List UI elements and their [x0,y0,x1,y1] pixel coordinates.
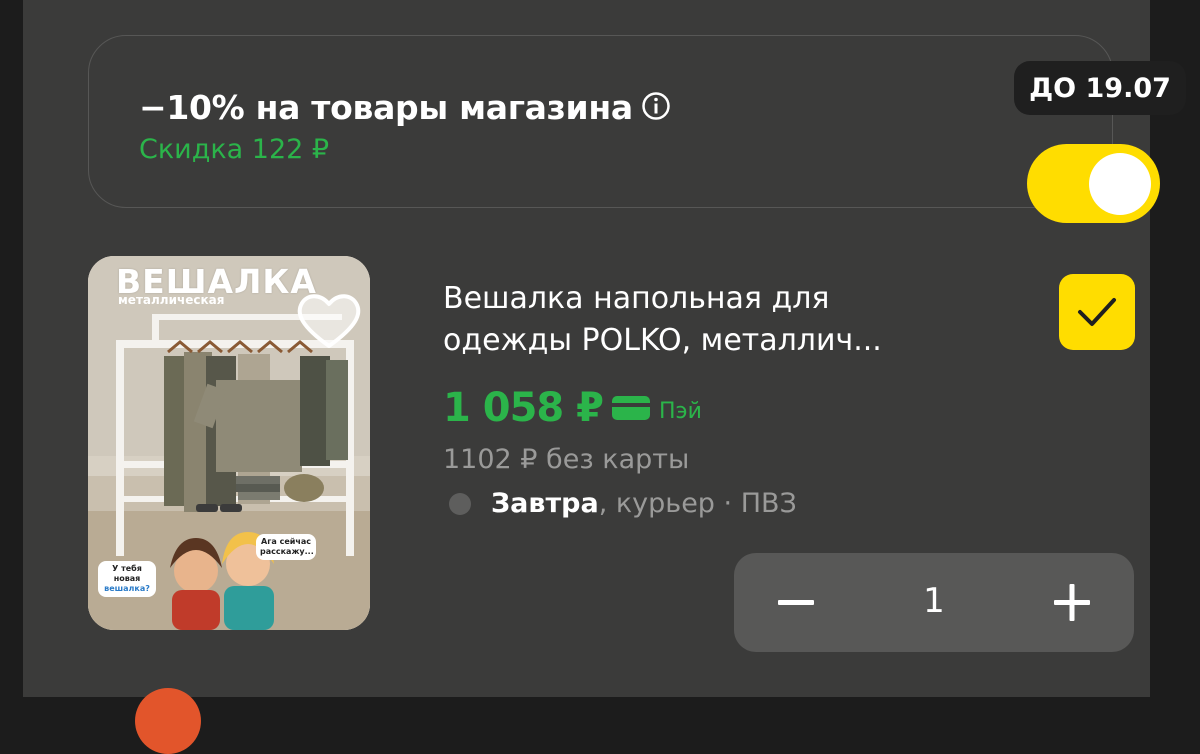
delivery-day: Завтра [491,488,599,519]
toggle-knob [1089,153,1151,215]
delivery-options: , курьер · ПВЗ [598,488,797,519]
payment-label: Пэй [659,398,702,424]
cart-panel: −10% на товары магазина Скидка 122 ₽ ДО … [23,0,1186,754]
quantity-stepper: 1 [734,553,1134,652]
bubble-text: У тебя новая [112,564,142,583]
price-without-card: 1102 ₽ без карты [443,444,690,475]
delivery-info: Завтра , курьер · ПВЗ [449,488,797,519]
plus-icon[interactable] [1042,573,1102,633]
info-circle-icon[interactable] [641,91,671,121]
image-speech-bubble: У тебя новая вешалка? [98,561,156,597]
product-select-checkbox[interactable] [1059,274,1135,350]
deadline-badge: ДО 19.07 [1014,61,1186,115]
product-title[interactable]: Вешалка напольная для одежды POLKO, мета… [443,278,1003,362]
heart-icon[interactable] [293,290,365,352]
price: 1 058 ₽ [443,385,604,431]
promo-title-text: −10% на товары магазина [139,88,633,127]
price-row: 1 058 ₽ Пэй [443,383,702,433]
product-title-line: Вешалка напольная для [443,281,830,316]
delivery-status-dot [449,492,471,515]
quantity-value: 1 [923,581,945,621]
card-icon [612,396,651,420]
promo-title: −10% на товары магазина [139,88,671,127]
bubble-accent-text: вешалка? [104,584,150,593]
next-item-avatar [135,688,201,754]
image-speech-bubble: Ага сейчас расскажу... [256,534,316,560]
image-subline: металлическая [118,293,225,307]
product-title-line: одежды POLKO, металлич... [443,323,882,358]
promo-toggle[interactable] [1027,144,1160,223]
checkmark-icon [1078,298,1116,326]
minus-icon[interactable] [766,573,826,633]
promo-discount: Скидка 122 ₽ [139,134,330,165]
store-promo-card: −10% на товары магазина Скидка 122 ₽ ДО … [88,35,1186,223]
